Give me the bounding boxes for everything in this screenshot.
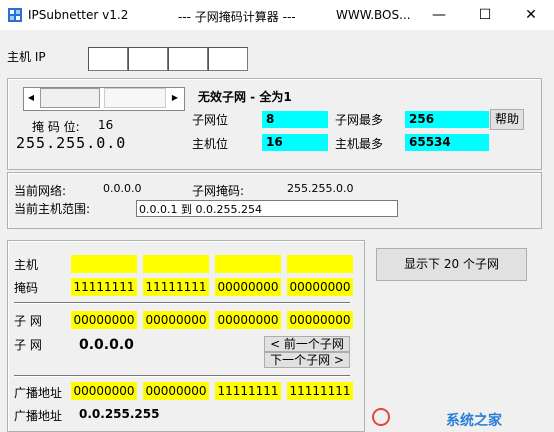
max-hosts-value: 65534: [405, 134, 489, 151]
mask-bits-value: 16: [98, 118, 114, 132]
scroll-left-icon[interactable]: ◀: [24, 88, 38, 108]
mask-cell-1: 11111111: [71, 278, 137, 296]
minimize-button[interactable]: —: [416, 0, 462, 30]
scroll-track[interactable]: [104, 88, 166, 108]
host-range-label: 当前主机范围:: [14, 202, 91, 216]
host-bits-label: 主机位: [192, 137, 229, 151]
ip-octet-1[interactable]: [88, 47, 128, 71]
mask-value: 255.255.0.0: [16, 134, 127, 152]
prev-subnet-button[interactable]: < 前一个子网: [264, 336, 350, 352]
binary-subnet-label: 子 网: [14, 314, 42, 328]
binary-broadcast-label: 广播地址: [14, 386, 63, 400]
max-hosts-label: 主机最多: [335, 137, 384, 151]
broadcast-cell-4: 11111111: [287, 382, 353, 400]
separator-2: [14, 375, 350, 377]
subnet-mask-label: 子网掩码:: [192, 184, 245, 198]
subnet-cell-4: 00000000: [287, 311, 353, 329]
watermark-logo-icon: [372, 408, 390, 426]
broadcast-cell-1: 00000000: [71, 382, 137, 400]
max-subnets-value: 256: [405, 111, 489, 128]
scroll-thumb[interactable]: [40, 88, 100, 108]
max-subnets-label: 子网最多: [335, 113, 384, 127]
subnet-bits-label: 子网位: [192, 113, 229, 127]
host-ip-label: 主机 IP: [7, 50, 46, 64]
host-cell-4: [287, 255, 353, 273]
ip-octet-2[interactable]: [128, 47, 168, 71]
mask-cell-3: 00000000: [215, 278, 281, 296]
subnet-cell-1: 00000000: [71, 311, 137, 329]
mask-cell-4: 00000000: [287, 278, 353, 296]
broadcast-address-label: 广播地址: [14, 409, 63, 423]
subnet-cell-3: 00000000: [215, 311, 281, 329]
ip-octet-3[interactable]: [168, 47, 208, 71]
broadcast-address-value: 0.0.255.255: [79, 407, 160, 421]
host-cell-1: [71, 255, 137, 273]
binary-host-label: 主机: [14, 258, 39, 272]
close-button[interactable]: ✕: [508, 0, 554, 30]
window-site: WWW.BOS...: [336, 8, 411, 22]
maximize-button[interactable]: ☐: [462, 0, 508, 30]
subnet-address-value: 0.0.0.0: [79, 337, 134, 353]
subnet-bits-value: 8: [262, 111, 328, 128]
host-range-field[interactable]: 0.0.0.1 到 0.0.255.254: [136, 200, 398, 217]
scroll-right-icon[interactable]: ▶: [168, 88, 182, 108]
help-button[interactable]: 帮助: [490, 109, 524, 130]
subnet-mask-value: 255.255.0.0: [287, 182, 354, 195]
broadcast-cell-2: 00000000: [143, 382, 209, 400]
broadcast-cell-3: 11111111: [215, 382, 281, 400]
current-network-value: 0.0.0.0: [103, 182, 142, 195]
watermark-text: 系统之家: [446, 413, 502, 429]
host-cell-3: [215, 255, 281, 273]
separator-1: [14, 302, 350, 304]
host-bits-value: 16: [262, 134, 328, 151]
app-title: IPSubnetter v1.2: [28, 8, 129, 22]
current-network-label: 当前网络:: [14, 184, 67, 198]
ip-octet-4[interactable]: [208, 47, 248, 71]
subnet-address-label: 子 网: [14, 338, 42, 352]
subnet-cell-2: 00000000: [143, 311, 209, 329]
next-subnet-button[interactable]: 下一个子网 >: [264, 352, 350, 368]
show-next-20-button[interactable]: 显示下 20 个子网: [376, 248, 527, 281]
mask-status: 无效子网 - 全为1: [198, 90, 292, 104]
app-icon: [8, 8, 22, 22]
host-cell-2: [143, 255, 209, 273]
mask-bits-label: 掩 码 位:: [32, 120, 80, 134]
window-subtitle: --- 子网掩码计算器 ---: [178, 10, 296, 24]
binary-mask-label: 掩码: [14, 281, 39, 295]
mask-cell-2: 11111111: [143, 278, 209, 296]
